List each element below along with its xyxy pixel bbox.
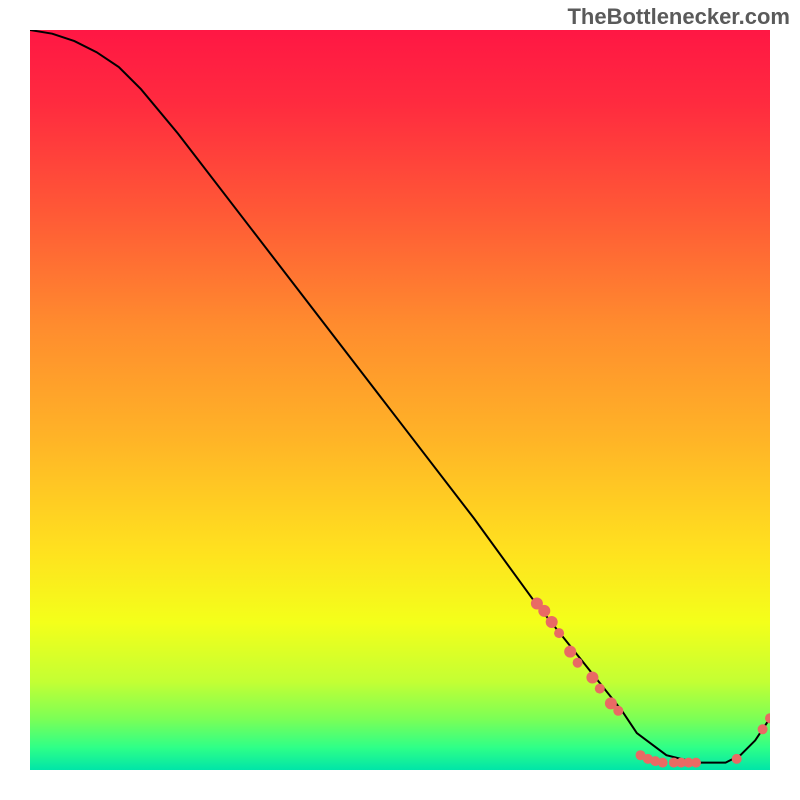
chart-container: TheBottlenecker.com — [0, 0, 800, 800]
data-marker — [758, 724, 768, 734]
data-marker — [613, 706, 623, 716]
data-marker — [554, 628, 564, 638]
data-marker — [732, 754, 742, 764]
watermark-text: TheBottlenecker.com — [567, 4, 790, 30]
data-marker — [691, 758, 701, 768]
data-marker — [658, 758, 668, 768]
data-marker — [538, 605, 550, 617]
data-marker — [595, 684, 605, 694]
data-marker — [573, 658, 583, 668]
data-marker — [546, 616, 558, 628]
plot-area — [30, 30, 770, 770]
data-marker — [586, 672, 598, 684]
chart-svg — [30, 30, 770, 770]
gradient-background — [30, 30, 770, 770]
data-marker — [564, 646, 576, 658]
